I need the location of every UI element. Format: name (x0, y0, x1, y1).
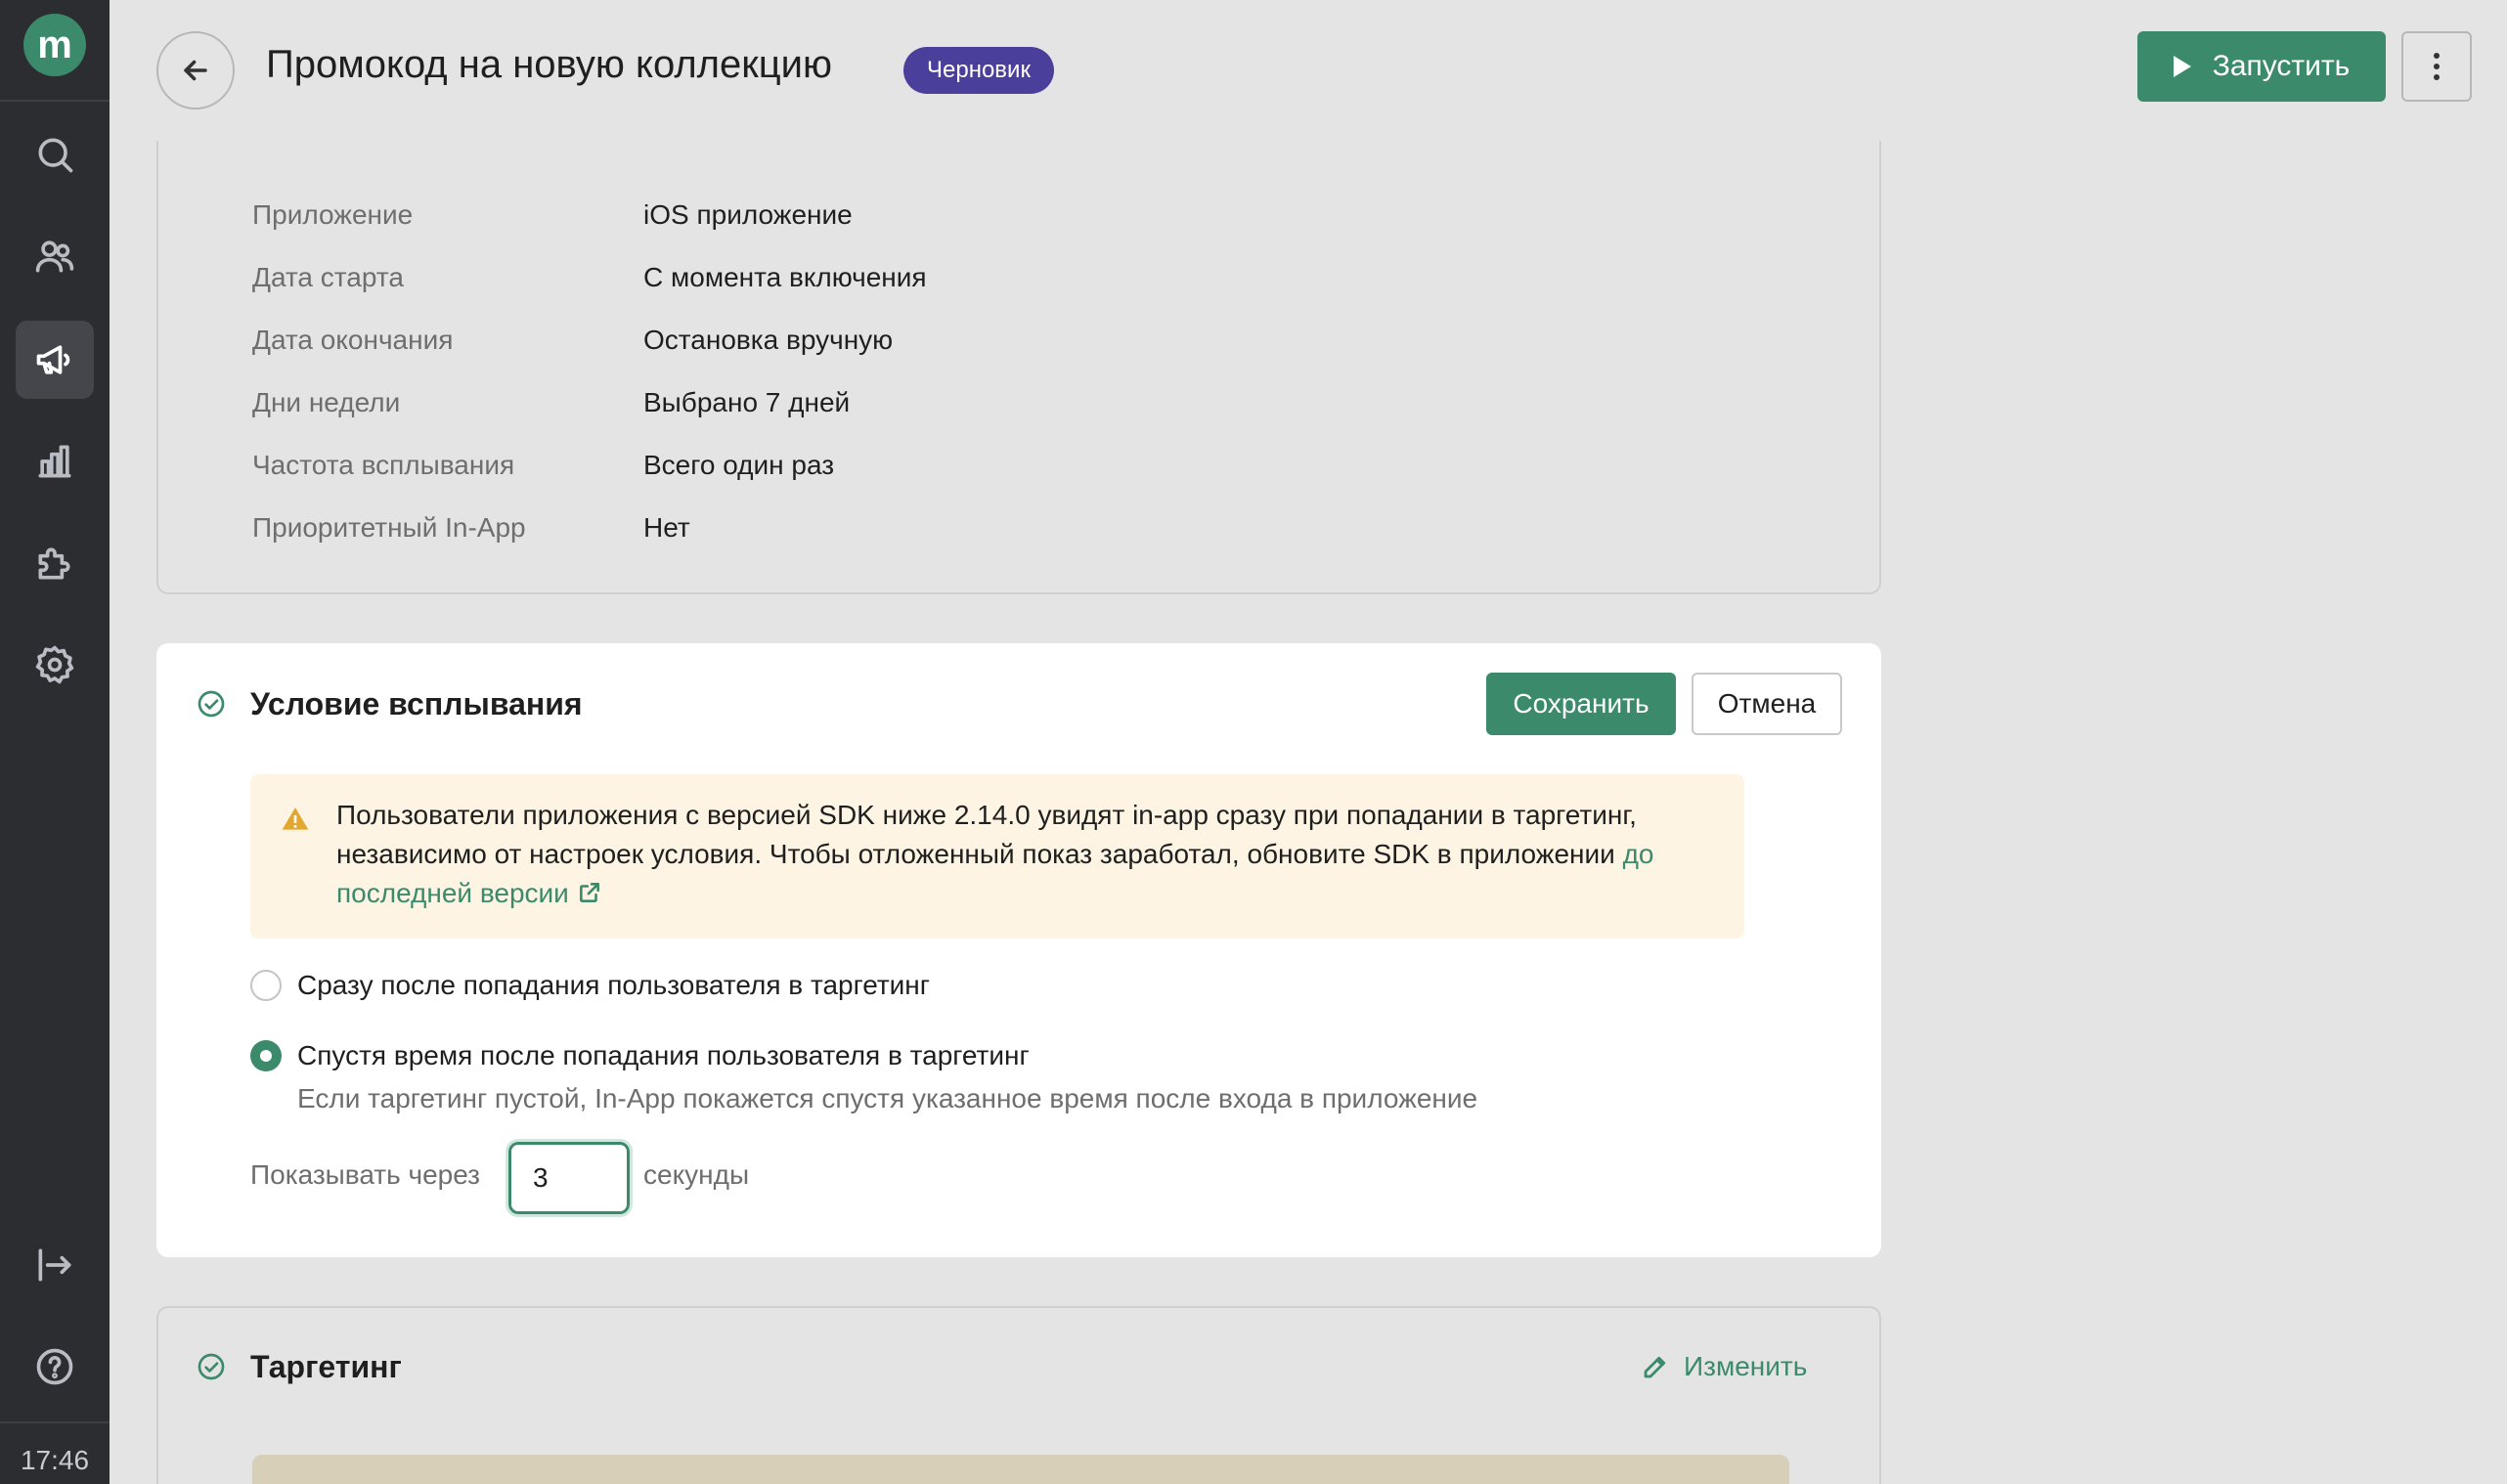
sidebar-item-settings[interactable] (16, 626, 94, 704)
warning-text: Пользователи приложения с версией SDK ни… (336, 796, 1705, 913)
sidebar-item-help[interactable] (16, 1328, 94, 1406)
app-logo[interactable]: m (23, 14, 86, 76)
launch-button-label: Запустить (2212, 50, 2351, 82)
display-condition-card: Условие всплывания Сохранить Отмена Поль… (156, 643, 1881, 1257)
section-title: Таргетинг (250, 1349, 402, 1384)
summary-label: Приоритетный In-App (252, 512, 526, 543)
summary-value: Нет (643, 512, 690, 543)
play-icon (2173, 56, 2191, 77)
save-button[interactable]: Сохранить (1486, 673, 1676, 735)
edit-label: Изменить (1684, 1351, 1808, 1381)
launch-button[interactable]: Запустить (2137, 31, 2386, 102)
page-title: Промокод на новую коллекцию (266, 43, 833, 86)
status-badge: Черновик (903, 47, 1054, 94)
users-icon (35, 240, 74, 273)
radio-immediately[interactable] (250, 970, 282, 1001)
summary-value: Остановка вручную (643, 325, 894, 355)
sidebar-item-search[interactable] (16, 115, 94, 194)
bar-chart-icon (38, 445, 71, 478)
logo-letter: m (37, 22, 72, 66)
clock: 17:46 (20, 1445, 90, 1475)
more-dot-icon (2434, 74, 2440, 80)
check-circle-icon (196, 1351, 227, 1382)
check-circle-icon (196, 688, 227, 720)
sidebar-divider (0, 1421, 110, 1423)
search-icon (38, 138, 73, 173)
summary-label: Дата старта (252, 262, 404, 292)
summary-label: Дата окончания (252, 325, 454, 355)
megaphone-icon (36, 345, 70, 374)
edit-targeting-button[interactable]: Изменить (1641, 1351, 1807, 1382)
more-dot-icon (2434, 53, 2440, 59)
logout-icon (38, 1248, 71, 1282)
warning-icon (280, 804, 311, 835)
external-link-icon (577, 877, 602, 902)
summary-label: Частота всплывания (252, 450, 515, 480)
section-title: Условие всплывания (250, 686, 583, 721)
sidebar-item-analytics[interactable] (16, 422, 94, 501)
cancel-button[interactable]: Отмена (1692, 673, 1842, 735)
sidebar-item-campaigns[interactable] (16, 321, 94, 399)
pencil-icon (1644, 1356, 1666, 1378)
delay-unit: секунды (643, 1159, 750, 1190)
sidebar: m 17:46 (0, 0, 110, 1484)
targeting-banner (252, 1455, 1789, 1484)
gear-icon (35, 645, 74, 684)
puzzle-icon (38, 547, 70, 580)
arrow-left-icon (184, 60, 207, 81)
targeting-card: Таргетинг Изменить (156, 1306, 1881, 1484)
help-icon (36, 1348, 73, 1385)
radio-delayed[interactable] (250, 1040, 282, 1071)
summary-label: Приложение (252, 199, 414, 230)
more-options-button[interactable] (2401, 31, 2472, 102)
summary-value: С момента включения (643, 262, 927, 292)
settings-summary-card: Приложение iOS приложение Дата старта С … (156, 141, 1881, 594)
radio-label[interactable]: Сразу после попадания пользователя в тар… (297, 970, 930, 1001)
summary-value: Всего один раз (643, 450, 835, 480)
sidebar-item-users[interactable] (16, 217, 94, 295)
sidebar-item-logout[interactable] (16, 1226, 94, 1304)
warning-message: Пользователи приложения с версией SDK ни… (336, 800, 1637, 869)
delay-label: Показывать через (250, 1159, 481, 1190)
sdk-warning: Пользователи приложения с версией SDK ни… (250, 774, 1744, 938)
summary-value: iOS приложение (643, 199, 853, 230)
summary-value: Выбрано 7 дней (643, 387, 851, 417)
radio-hint: Если таргетинг пустой, In-App покажется … (297, 1083, 1478, 1113)
sidebar-divider (0, 100, 110, 102)
back-button[interactable] (156, 31, 235, 109)
sidebar-item-integrations[interactable] (16, 524, 94, 602)
delay-seconds-input[interactable] (506, 1139, 633, 1217)
more-dot-icon (2434, 64, 2440, 69)
radio-label[interactable]: Спустя время после попадания пользовател… (297, 1040, 1030, 1071)
summary-label: Дни недели (252, 387, 401, 417)
